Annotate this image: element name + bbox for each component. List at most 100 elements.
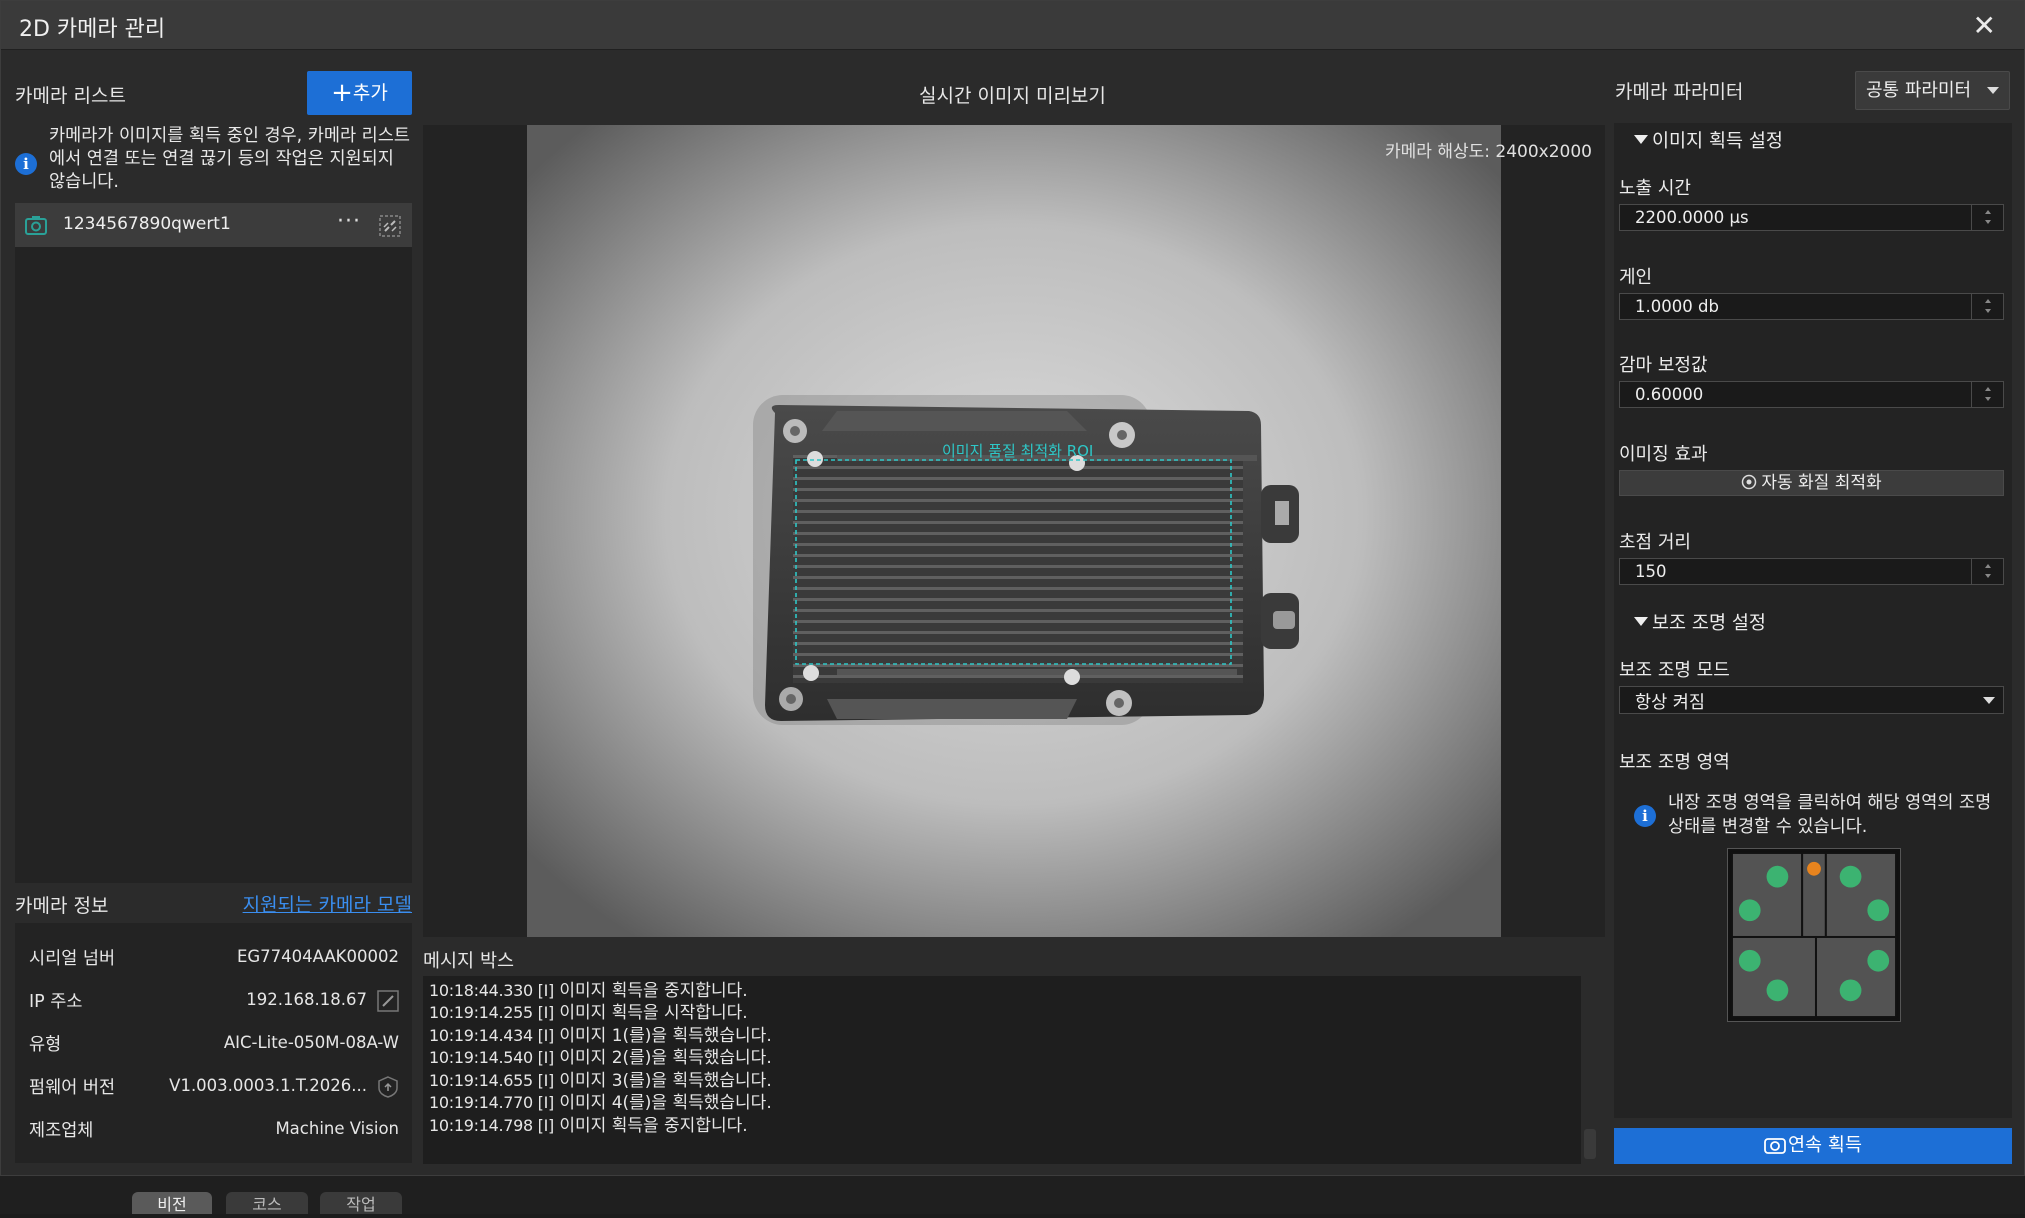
more-options-icon[interactable]: ··· <box>337 209 361 234</box>
camera-preview-image[interactable]: 이미지 품질 최적화 ROI <box>527 125 1501 937</box>
common-params-dropdown[interactable]: 공통 파라미터 <box>1855 71 2010 110</box>
camera-params-panel: 이미지 획득 설정 노출 시간 2200.0000 μs 게인 1.0000 d… <box>1614 123 2012 1118</box>
aux-light-settings-label: 보조 조명 설정 <box>1652 613 1766 634</box>
message-line: 10:19:14.798 [I] 이미지 획득을 중지합니다. <box>429 1111 748 1136</box>
light-led[interactable] <box>1738 899 1761 922</box>
message-timestamp: 10:19:14.798 [I] <box>429 1116 554 1135</box>
aux-light-area-label: 보조 조명 영역 <box>1619 752 1730 773</box>
exposure-stepper[interactable] <box>1971 205 2003 230</box>
info-value: AIC-Lite-050M-08A-W <box>223 1033 399 1052</box>
disconnect-icon[interactable] <box>379 215 401 237</box>
left-panel: 카메라 리스트 +추가 i 카메라가 이미지를 획득 중인 경우, 카메라 리스… <box>15 63 412 1163</box>
info-value: 192.168.18.67 <box>246 990 367 1009</box>
live-preview-panel: 이미지 품질 최적화 ROI 카메라 해상도: 2400x2000 <box>423 125 1605 937</box>
camera-icon <box>1764 1138 1786 1154</box>
camera-list-item[interactable]: 1234567890qwert1 ··· <box>15 203 412 247</box>
auto-optimize-button[interactable]: 자동 화질 최적화 <box>1619 470 2004 496</box>
camera-name: 1234567890qwert1 <box>63 214 231 234</box>
message-timestamp: 10:19:14.770 [I] <box>429 1093 554 1112</box>
light-led[interactable] <box>1738 949 1761 972</box>
aux-light-mode-select[interactable]: 항상 켜짐 <box>1619 686 2004 714</box>
light-zone[interactable] <box>1730 851 1804 938</box>
info-row-serial: 시리얼 넘버 EG77404AAK00002 <box>29 945 399 975</box>
plus-icon: + <box>331 78 353 108</box>
light-zone[interactable] <box>1814 935 1898 1019</box>
gain-label: 게인 <box>1619 267 1653 288</box>
background-tab-course[interactable]: 코스 <box>226 1192 308 1214</box>
message-text: 이미지 4(를)을 획득했습니다. <box>559 1093 772 1113</box>
close-icon[interactable]: ✕ <box>1973 9 1996 42</box>
light-zone[interactable] <box>1730 935 1817 1019</box>
camera-icon <box>25 216 47 235</box>
light-led[interactable] <box>1839 865 1862 888</box>
light-led[interactable] <box>1839 979 1862 1002</box>
info-row-manufacturer: 제조업체 Machine Vision <box>29 1117 399 1147</box>
message-text: 이미지 2(를)을 획득했습니다. <box>559 1048 772 1068</box>
aux-light-settings-header[interactable]: 보조 조명 설정 <box>1634 609 1766 635</box>
info-key: 유형 <box>29 1035 62 1055</box>
focus-distance-input[interactable]: 150 <box>1619 558 2004 585</box>
light-led[interactable] <box>1766 979 1789 1002</box>
message-box-scrollbar[interactable] <box>1584 1129 1596 1159</box>
info-key: 시리얼 넘버 <box>29 949 116 969</box>
light-led[interactable] <box>1867 899 1890 922</box>
camera-params-title: 카메라 파라미터 <box>1615 81 1744 103</box>
edit-icon[interactable] <box>377 990 399 1012</box>
camera-resolution: 카메라 해상도: 2400x2000 <box>1385 142 1592 162</box>
exposure-value: 2200.0000 μs <box>1635 208 1749 227</box>
firmware-upgrade-icon[interactable] <box>377 1076 399 1098</box>
chevron-down-icon <box>1987 87 1999 94</box>
exposure-input[interactable]: 2200.0000 μs <box>1619 204 2004 231</box>
notice-text: 카메라가 이미지를 획득 중인 경우, 카메라 리스트에서 연결 또는 연결 끊… <box>49 126 410 192</box>
focus-distance-stepper[interactable] <box>1971 559 2003 584</box>
supported-models-link[interactable]: 지원되는 카메라 모델 <box>243 890 412 917</box>
collapse-triangle-icon <box>1634 617 1648 626</box>
info-value: EG77404AAK00002 <box>236 947 399 966</box>
continuous-acquire-button[interactable]: 연속 획득 <box>1614 1128 2012 1164</box>
light-area-map[interactable] <box>1727 848 1901 1022</box>
gain-input[interactable]: 1.0000 db <box>1619 293 2004 320</box>
message-timestamp: 10:19:14.540 [I] <box>429 1048 554 1067</box>
chevron-down-icon <box>1983 697 1995 704</box>
gamma-value: 0.60000 <box>1635 385 1704 404</box>
continuous-acquire-label: 연속 획득 <box>1788 1135 1862 1156</box>
camera-info-box: 시리얼 넘버 EG77404AAK00002 IP 주소 192.168.18.… <box>15 923 412 1163</box>
add-camera-button[interactable]: +추가 <box>307 71 412 115</box>
message-line: 10:19:14.255 [I] 이미지 획득을 시작합니다. <box>429 998 748 1023</box>
info-value: V1.003.0003.1.T.2026... <box>169 1076 367 1095</box>
message-box: 10:18:44.330 [I] 이미지 획득을 중지합니다. 10:19:14… <box>423 976 1581 1164</box>
info-key: IP 주소 <box>29 992 83 1012</box>
focus-distance-value: 150 <box>1635 562 1667 581</box>
light-led[interactable] <box>1867 949 1890 972</box>
preview-title: 실시간 이미지 미리보기 <box>919 85 1106 107</box>
gamma-label: 감마 보정값 <box>1619 355 1708 376</box>
background-tab-task[interactable]: 작업 <box>320 1192 402 1214</box>
message-text: 이미지 획득을 시작합니다. <box>559 1003 748 1023</box>
imaging-effect-label: 이미징 효과 <box>1619 444 1708 465</box>
gamma-stepper[interactable] <box>1971 382 2003 407</box>
light-led-center[interactable] <box>1807 861 1821 876</box>
window-title: 2D 카메라 관리 <box>19 17 166 42</box>
focus-distance-label: 초점 거리 <box>1619 532 1691 553</box>
info-key: 제조업체 <box>29 1121 94 1141</box>
message-line: 10:19:14.770 [I] 이미지 4(를)을 획득했습니다. <box>429 1088 772 1113</box>
info-icon: i <box>15 153 37 175</box>
titlebar: 2D 카메라 관리 ✕ <box>1 1 2024 50</box>
acquisition-settings-header[interactable]: 이미지 획득 설정 <box>1634 127 1783 153</box>
info-row-type: 유형 AIC-Lite-050M-08A-W <box>29 1031 399 1061</box>
light-led[interactable] <box>1766 865 1789 888</box>
message-text: 이미지 획득을 중지합니다. <box>559 1116 748 1136</box>
camera-list-title: 카메라 리스트 <box>15 85 126 107</box>
gain-stepper[interactable] <box>1971 294 2003 319</box>
app-root: 비전 코스 작업 2D 카메라 관리 ✕ 카메라 리스트 +추가 i 카메라가 … <box>0 0 2025 1214</box>
info-value: Machine Vision <box>275 1119 399 1138</box>
background-tab-vision[interactable]: 비전 <box>132 1192 212 1214</box>
message-box-title: 메시지 박스 <box>423 951 514 972</box>
info-key: 펌웨어 버전 <box>29 1078 116 1098</box>
light-zone[interactable] <box>1824 851 1898 938</box>
roi-label: 이미지 품질 최적화 ROI <box>942 442 1093 460</box>
gamma-input[interactable]: 0.60000 <box>1619 381 2004 408</box>
aux-light-area-note-text: 내장 조명 영역을 클릭하여 해당 영역의 조명 상태를 변경할 수 있습니다. <box>1668 793 1992 837</box>
target-icon <box>1742 474 1757 490</box>
info-icon: i <box>1634 805 1656 827</box>
